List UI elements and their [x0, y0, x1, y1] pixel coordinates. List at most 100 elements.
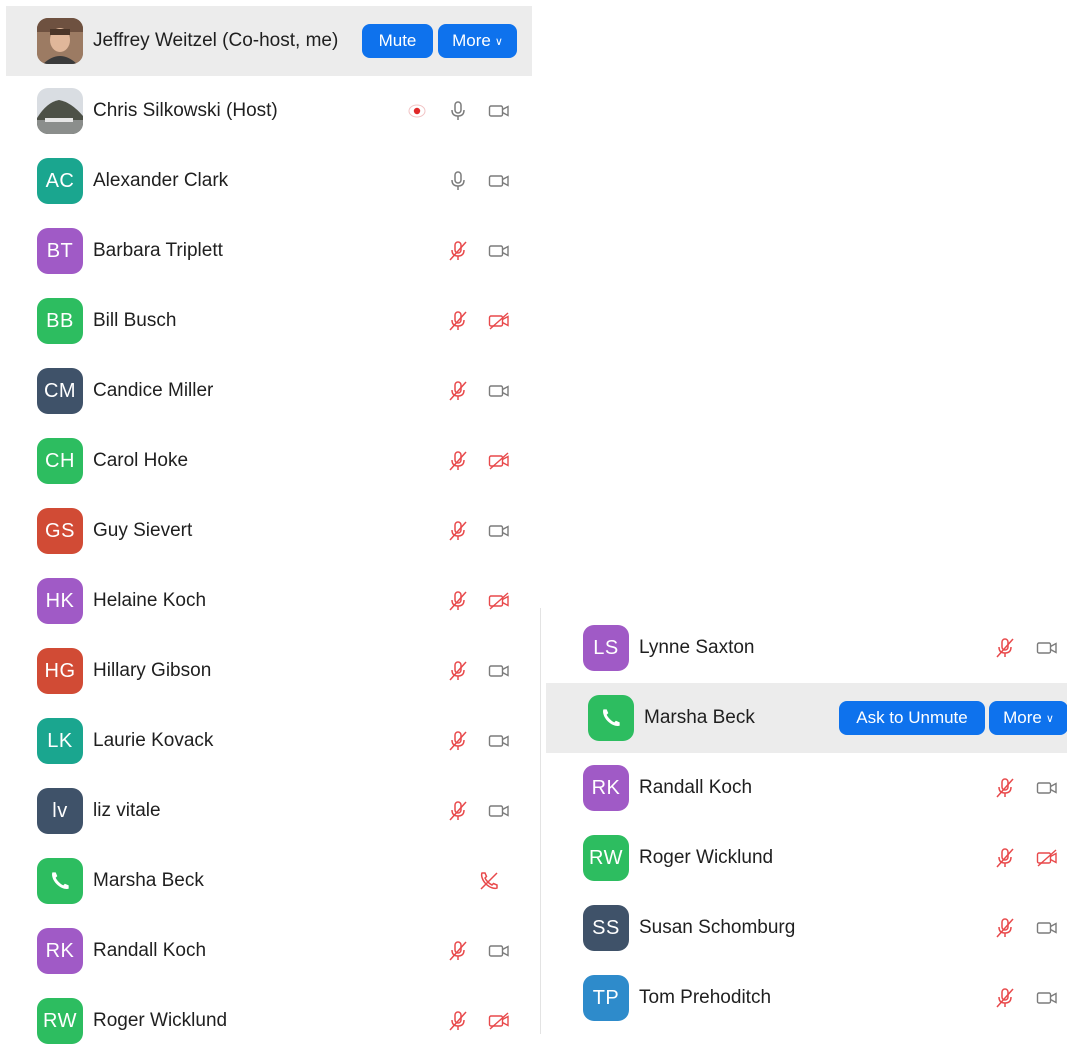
participant-row[interactable]: CH Carol Hoke — [0, 426, 532, 496]
participant-name: Roger Wicklund — [93, 1010, 228, 1031]
mic-muted-icon[interactable] — [993, 776, 1017, 800]
mic-muted-icon[interactable] — [446, 239, 470, 263]
avatar: RK — [37, 928, 83, 974]
participant-name: Hillary Gibson — [93, 660, 212, 681]
phone-muted-icon[interactable] — [477, 869, 501, 893]
avatar: LS — [583, 625, 629, 671]
participant-row[interactable]: HK Helaine Koch — [0, 566, 532, 636]
participant-row[interactable]: AC Alexander Clark — [0, 146, 532, 216]
video-off-icon[interactable] — [1035, 636, 1059, 660]
participant-row[interactable]: GS Guy Sievert — [0, 496, 532, 566]
participant-name: Roger Wicklund — [639, 847, 774, 868]
participant-row[interactable]: HG Hillary Gibson — [0, 636, 532, 706]
mic-muted-icon[interactable] — [446, 309, 470, 333]
mic-muted-icon[interactable] — [993, 986, 1017, 1010]
participant-row[interactable]: SS Susan Schomburg — [541, 893, 1067, 963]
recording-icon — [405, 99, 429, 123]
participant-row[interactable]: LS Lynne Saxton — [541, 613, 1067, 683]
participant-name: Carol Hoke — [93, 450, 189, 471]
participants-panel-right: LS Lynne Saxton Marsha Beck Ask to Unmute Mo… — [540, 608, 1067, 1034]
avatar: CM — [37, 368, 83, 414]
mic-icon[interactable] — [446, 99, 470, 123]
video-stopped-icon[interactable] — [487, 1009, 511, 1033]
participant-row-self[interactable]: Jeffrey Weitzel (Co-host, me) Mute More ∨ — [6, 6, 532, 76]
ask-to-unmute-button[interactable]: Ask to Unmute — [839, 701, 985, 735]
avatar — [37, 18, 83, 64]
mic-muted-icon[interactable] — [446, 799, 470, 823]
video-stopped-icon[interactable] — [487, 309, 511, 333]
participant-name: Susan Schomburg — [639, 917, 796, 938]
avatar: HG — [37, 648, 83, 694]
chevron-down-icon: ∨ — [1045, 712, 1054, 725]
mic-muted-icon[interactable] — [446, 1009, 470, 1033]
mic-muted-icon[interactable] — [446, 379, 470, 403]
participant-row[interactable]: CM Candice Miller — [0, 356, 532, 426]
mic-muted-icon[interactable] — [446, 939, 470, 963]
more-label: More — [1003, 708, 1042, 727]
video-off-icon[interactable] — [487, 239, 511, 263]
participant-row[interactable]: Chris Silkowski (Host) — [0, 76, 532, 146]
participants-panel-left: Jeffrey Weitzel (Co-host, me) Mute More ∨… — [0, 0, 532, 1044]
phone-icon — [52, 872, 69, 889]
mic-muted-icon[interactable] — [446, 589, 470, 613]
video-stopped-icon[interactable] — [487, 589, 511, 613]
participant-row[interactable]: BB Bill Busch — [0, 286, 532, 356]
participant-row[interactable]: Marsha Beck Ask to Unmute More ∨ — [546, 683, 1067, 753]
mic-muted-icon[interactable] — [446, 449, 470, 473]
video-off-icon[interactable] — [487, 659, 511, 683]
participant-name: Alexander Clark — [93, 170, 229, 191]
avatar — [37, 88, 83, 134]
participant-name: Marsha Beck — [93, 870, 204, 891]
video-off-icon[interactable] — [1035, 986, 1059, 1010]
participant-row[interactable]: Marsha Beck — [0, 846, 532, 916]
participant-row[interactable]: BT Barbara Triplett — [0, 216, 532, 286]
participant-name: Lynne Saxton — [639, 637, 755, 658]
avatar — [588, 695, 634, 741]
mic-muted-icon[interactable] — [993, 846, 1017, 870]
mic-muted-icon[interactable] — [446, 729, 470, 753]
video-off-icon[interactable] — [487, 379, 511, 403]
mic-muted-icon[interactable] — [993, 636, 1017, 660]
participant-name: Randall Koch — [639, 777, 753, 798]
participant-name: Bill Busch — [93, 310, 177, 331]
avatar — [37, 858, 83, 904]
video-off-icon[interactable] — [487, 729, 511, 753]
participant-name: Jeffrey Weitzel (Co-host, me) — [93, 30, 339, 51]
participant-row[interactable]: TP Tom Prehoditch — [541, 963, 1067, 1033]
avatar: HK — [37, 578, 83, 624]
participant-row[interactable]: RW Roger Wicklund — [541, 823, 1067, 893]
mic-muted-icon[interactable] — [993, 916, 1017, 940]
more-button[interactable]: More ∨ — [989, 701, 1067, 735]
mute-button[interactable]: Mute — [362, 24, 433, 58]
participant-name: Candice Miller — [93, 380, 214, 401]
participant-row[interactable]: RW Roger Wicklund — [0, 986, 532, 1056]
mic-muted-icon[interactable] — [446, 659, 470, 683]
avatar: AC — [37, 158, 83, 204]
participant-name: Barbara Triplett — [93, 240, 223, 261]
avatar: RK — [583, 765, 629, 811]
avatar: GS — [37, 508, 83, 554]
participant-row[interactable]: lv liz vitale — [0, 776, 532, 846]
participant-name: Chris Silkowski (Host) — [93, 100, 278, 121]
participant-row[interactable]: RK Randall Koch — [541, 753, 1067, 823]
participant-row[interactable]: RK Randall Koch — [0, 916, 532, 986]
participant-name: Randall Koch — [93, 940, 207, 961]
avatar: RW — [583, 835, 629, 881]
video-stopped-icon[interactable] — [1035, 846, 1059, 870]
video-off-icon[interactable] — [487, 939, 511, 963]
participant-row[interactable]: LK Laurie Kovack — [0, 706, 532, 776]
mic-icon[interactable] — [446, 169, 470, 193]
avatar: LK — [37, 718, 83, 764]
video-off-icon[interactable] — [1035, 916, 1059, 940]
more-button[interactable]: More ∨ — [438, 24, 517, 58]
video-off-icon[interactable] — [487, 519, 511, 543]
video-off-icon[interactable] — [487, 99, 511, 123]
participant-name: Helaine Koch — [93, 590, 207, 611]
mic-muted-icon[interactable] — [446, 519, 470, 543]
avatar: BB — [37, 298, 83, 344]
video-off-icon[interactable] — [487, 799, 511, 823]
video-stopped-icon[interactable] — [487, 449, 511, 473]
video-off-icon[interactable] — [487, 169, 511, 193]
participant-name: Laurie Kovack — [93, 730, 214, 751]
video-off-icon[interactable] — [1035, 776, 1059, 800]
